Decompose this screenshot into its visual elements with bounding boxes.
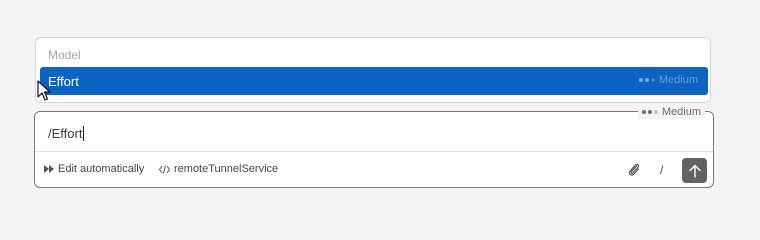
edit-automatically-button[interactable]: Edit automatically — [44, 163, 144, 175]
effort-dots-icon — [641, 110, 658, 114]
effort-badge[interactable]: Medium — [637, 105, 705, 119]
chat-input-value: /Effort — [48, 126, 83, 141]
dropdown-header-model: Model — [48, 48, 81, 62]
fast-forward-icon — [44, 165, 54, 173]
edit-automatically-label: Edit automatically — [58, 163, 145, 175]
dropdown-item-label: Effort — [48, 74, 79, 89]
paperclip-icon[interactable] — [627, 162, 641, 178]
chat-input-box[interactable]: Medium /Effort Edit automatically remote… — [34, 105, 714, 188]
effort-level-label: Medium — [658, 74, 698, 86]
code-icon — [159, 164, 170, 174]
send-button[interactable] — [682, 158, 707, 183]
chat-toolbar: Edit automatically remoteTunnelService / — [35, 152, 713, 188]
effort-badge-label: Medium — [661, 106, 701, 118]
remote-tunnel-service-button[interactable]: remoteTunnelService — [159, 163, 278, 175]
effort-level-indicator: Medium — [638, 74, 698, 86]
remote-tunnel-service-label: remoteTunnelService — [174, 163, 279, 175]
chat-input-field[interactable]: /Effort — [48, 126, 85, 141]
model-picker-dropdown: Model Effort Medium — [35, 37, 711, 103]
arrow-up-icon — [688, 164, 701, 178]
slash-commands-button[interactable]: / — [660, 163, 663, 177]
mouse-pointer-icon — [37, 80, 51, 101]
effort-dots-icon — [638, 78, 655, 82]
text-caret — [83, 126, 85, 141]
dropdown-item-effort[interactable]: Effort Medium — [40, 67, 708, 95]
